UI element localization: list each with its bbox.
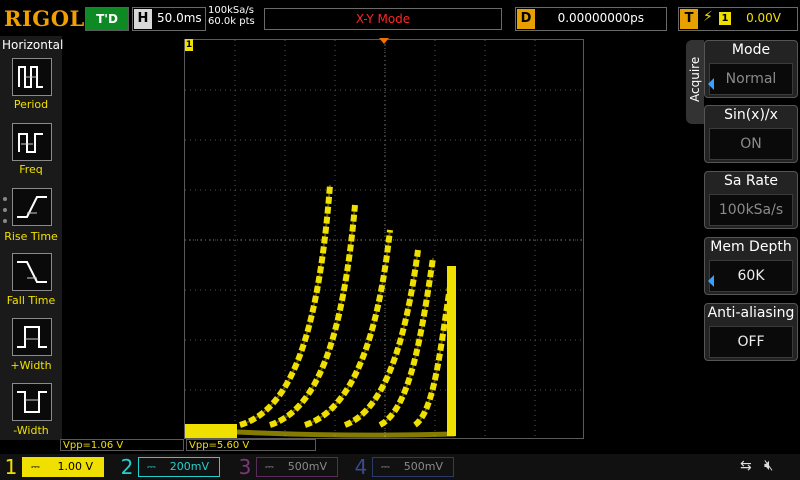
memory-points-value: 60.0k pts	[208, 16, 255, 27]
channel3-scale-box: ⎓ 500mV	[256, 457, 338, 477]
trigger-box[interactable]: T ⚡ 1 0.00V	[678, 7, 798, 31]
run-status-badge[interactable]: T'D	[85, 7, 129, 31]
mode-indicator: X-Y Mode	[264, 8, 502, 30]
rising-edge-icon: ⚡	[703, 9, 713, 25]
delay-label: D	[517, 9, 535, 29]
timebase-value: 50.0ms	[157, 11, 202, 25]
channel3-setting[interactable]: 3 ⎓ 500mV	[236, 455, 342, 479]
trace-curve-glow	[379, 257, 434, 426]
channel4-scale-box: ⎓ 500mV	[372, 457, 454, 477]
channel3-scale: 500mV	[287, 460, 327, 473]
sinx-value: ON	[709, 128, 793, 160]
anti-aliasing-title: Anti-aliasing	[707, 305, 795, 321]
page-dot	[3, 219, 7, 223]
channel4-setting[interactable]: 4 ⎓ 500mV	[352, 455, 458, 479]
channel1-scale: 1.00 V	[57, 460, 93, 473]
left-arrow-icon	[708, 275, 714, 287]
period-button[interactable]	[12, 58, 52, 96]
trace-tail	[236, 429, 456, 438]
frequency-label: Freq	[19, 163, 43, 176]
dc-coupling-icon: ⎓	[265, 460, 274, 473]
sample-rate-value: 100kSa/s	[208, 5, 254, 16]
page-dot	[3, 208, 7, 212]
acquire-tab-label: Acquire	[688, 56, 702, 102]
dc-coupling-icon: ⎓	[147, 460, 156, 473]
channel2-scale: 200mV	[169, 460, 209, 473]
dc-coupling-icon: ⎓	[31, 460, 40, 473]
acquire-menu-tab[interactable]: Acquire	[686, 40, 704, 124]
mode-menu-item[interactable]: Mode Normal	[704, 40, 798, 98]
sample-rate-info: 100kSa/s 60.0k pts	[208, 5, 255, 27]
vpp-y-measurement: Vpp=5.60 V	[186, 439, 316, 451]
waveform-grid	[185, 40, 585, 440]
mode-title: Mode	[731, 42, 771, 58]
channel2-scale-box: ⎓ 200mV	[138, 457, 220, 477]
delay-box[interactable]: D 0.00000000ps	[515, 7, 667, 31]
period-label: Period	[13, 98, 49, 111]
trace-curve	[378, 257, 436, 428]
negative-width-button[interactable]	[12, 383, 52, 421]
horizontal-label: H	[134, 9, 152, 29]
delay-value: 0.00000000ps	[557, 11, 644, 25]
trace-baseline	[185, 424, 237, 438]
sinx-title: Sin(x)/x	[724, 107, 778, 123]
positive-width-label: +Width	[10, 359, 52, 372]
rise-time-label: Rise Time	[4, 230, 58, 243]
channel2-number: 2	[120, 455, 134, 479]
rise-time-icon	[17, 196, 47, 218]
waveform-display[interactable]	[184, 39, 585, 440]
positive-width-button[interactable]	[12, 318, 52, 356]
channel1-setting[interactable]: 1 ⎓ 1.00 V	[2, 455, 108, 479]
fall-time-button[interactable]	[12, 253, 52, 291]
channel4-scale: 500mV	[403, 460, 443, 473]
page-dot	[3, 197, 7, 201]
rise-time-button[interactable]	[12, 188, 52, 226]
channel1-scale-box: ⎓ 1.00 V	[22, 457, 104, 477]
trigger-label: T	[680, 9, 698, 29]
mode-value: Normal	[709, 63, 793, 95]
sample-rate-menu-value: 100kSa/s	[709, 194, 793, 226]
timebase-box[interactable]: H 50.0ms	[132, 7, 206, 31]
mem-depth-menu-item[interactable]: Mem Depth 60K	[704, 237, 798, 295]
sample-rate-menu-item[interactable]: Sa Rate 100kSa/s	[704, 171, 798, 229]
channel3-number: 3	[238, 455, 252, 479]
negative-width-label: -Width	[13, 424, 49, 437]
trigger-level-value: 0.00V	[746, 11, 781, 25]
mem-depth-value: 60K	[709, 260, 793, 292]
anti-aliasing-value: OFF	[709, 326, 793, 358]
rigol-logo: RIGOL	[4, 6, 85, 31]
period-icon	[18, 66, 43, 88]
trace-vertical	[447, 266, 456, 436]
sinx-menu-item[interactable]: Sin(x)/x ON	[704, 105, 798, 163]
channel4-number: 4	[354, 455, 368, 479]
fall-time-label: Fall Time	[6, 294, 56, 307]
anti-aliasing-menu-item[interactable]: Anti-aliasing OFF	[704, 303, 798, 361]
channel1-marker[interactable]: 1	[185, 39, 193, 51]
frequency-button[interactable]	[12, 123, 52, 161]
channel2-setting[interactable]: 2 ⎓ 200mV	[118, 455, 224, 479]
mem-depth-title: Mem Depth	[710, 239, 792, 255]
channel1-number: 1	[4, 455, 18, 479]
trigger-source-badge: 1	[719, 12, 731, 25]
sample-rate-title: Sa Rate	[723, 173, 779, 189]
trigger-position-marker[interactable]	[379, 38, 389, 44]
horizontal-panel-title: Horizontal	[2, 38, 64, 52]
left-arrow-icon	[708, 78, 714, 90]
usb-icon: ⇆	[740, 458, 752, 474]
positive-width-icon	[17, 326, 47, 348]
vpp-x-measurement: Vpp=1.06 V	[60, 439, 184, 451]
negative-width-icon	[17, 391, 47, 413]
fall-time-icon	[17, 261, 47, 283]
dc-coupling-icon: ⎓	[381, 460, 390, 473]
frequency-icon	[18, 133, 43, 153]
speaker-mute-icon[interactable]: 🔇︎	[764, 456, 773, 474]
